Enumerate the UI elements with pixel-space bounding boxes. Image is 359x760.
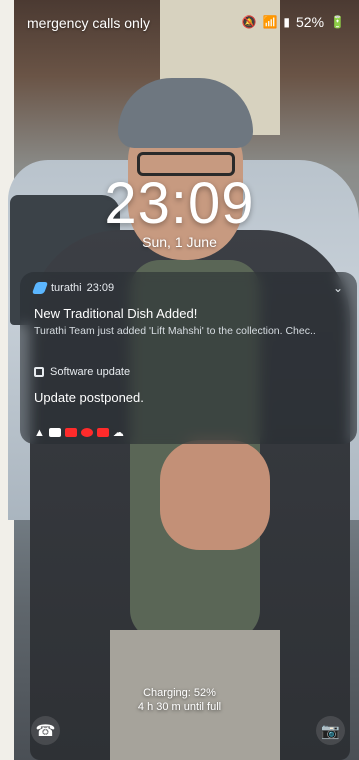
lock-clock: 23:09 — [104, 171, 255, 236]
wifi-icon: 📶 — [262, 15, 278, 29]
notification-icon-row: ▲ ☁ — [34, 426, 124, 440]
mute-icon: 🔕 — [241, 15, 257, 29]
man-hands — [160, 440, 270, 550]
record-icon — [80, 428, 93, 437]
battery-text: 52% — [296, 14, 325, 30]
status-bar: mergency calls only 🔕 📶 ▮ 52% 🔋 — [0, 0, 359, 44]
software-update-icon — [34, 367, 44, 377]
charging-line-1: Charging: 52% — [143, 687, 216, 699]
software-update-name: Software update — [50, 366, 131, 378]
turathi-notification-body[interactable]: Turathi Team just added 'Lift Mahshi' to… — [34, 325, 352, 337]
turathi-time: 23:09 — [86, 282, 115, 294]
camera-icon: 📷 — [321, 722, 340, 740]
phone-shortcut-button[interactable]: ☎ — [31, 716, 60, 745]
notification-card[interactable]: turathi 23:09 ⌄ New Traditional Dish Add… — [20, 272, 357, 444]
charging-status: Charging: 52% 4 h 30 m until full — [0, 686, 359, 714]
software-update-title[interactable]: Update postponed. — [34, 390, 144, 405]
signal-icon: ▮ — [283, 15, 291, 29]
lock-date: Sun, 1 June — [142, 234, 217, 250]
expand-icon[interactable]: ⌄ — [333, 281, 343, 295]
battery-icon: 🔋 — [330, 15, 345, 29]
youtube-icon — [96, 428, 109, 437]
turathi-notification-title[interactable]: New Traditional Dish Added! — [34, 306, 197, 321]
youtube-icon — [64, 428, 77, 437]
carrier-text: mergency calls only — [27, 15, 150, 31]
gallery-icon — [48, 428, 61, 437]
turathi-app-name: turathi — [51, 282, 82, 294]
phone-icon: ☎ — [35, 722, 56, 740]
status-icons: 🔕 📶 ▮ 52% 🔋 — [242, 14, 346, 30]
turathi-app-header: turathi 23:09 — [31, 282, 115, 294]
turathi-app-icon — [31, 282, 49, 294]
camera-shortcut-button[interactable]: 📷 — [316, 716, 345, 745]
charging-line-2: 4 h 30 m until full — [137, 701, 222, 713]
warning-icon: ▲ — [34, 426, 45, 439]
software-update-header: Software update — [34, 366, 130, 378]
cloud-icon: ☁ — [112, 427, 124, 439]
